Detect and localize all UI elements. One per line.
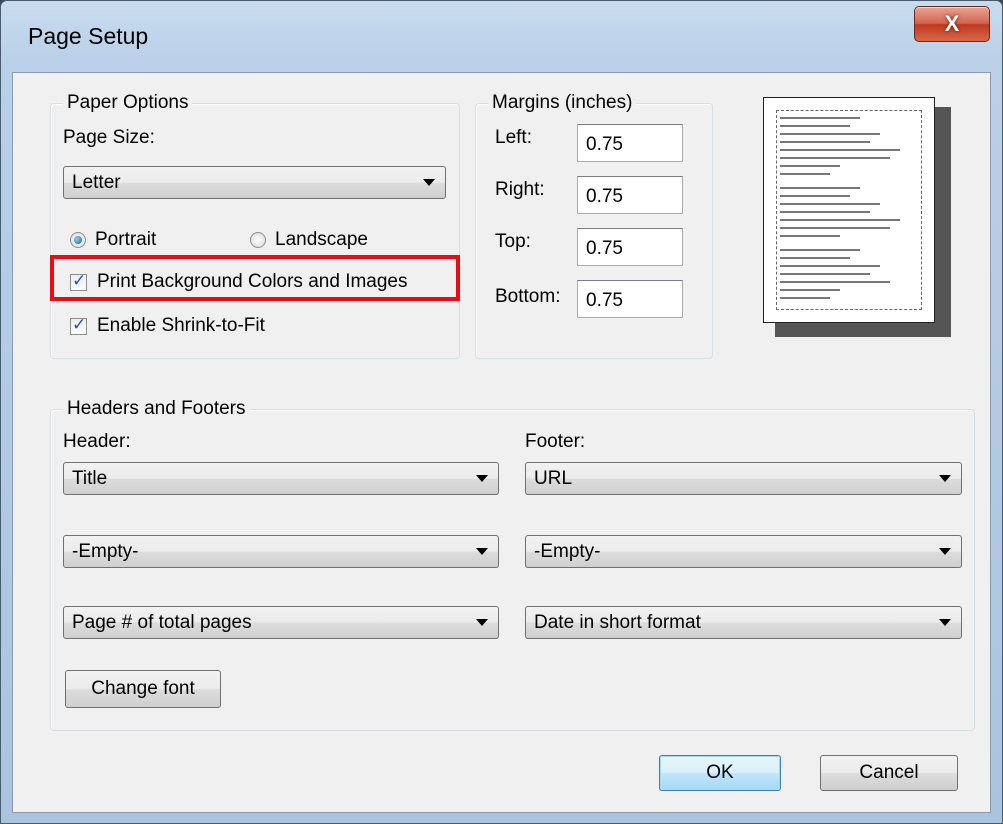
paper-options-legend: Paper Options	[63, 91, 193, 115]
preview-line	[780, 195, 850, 197]
margin-right-value: 0.75	[586, 186, 623, 207]
print-background-checkbox[interactable]: ✓	[70, 271, 87, 291]
preview-line	[780, 187, 860, 189]
chevron-down-icon	[476, 548, 488, 555]
preview-line	[780, 227, 890, 229]
preview-line	[780, 297, 830, 299]
margin-bottom-value: 0.75	[586, 290, 623, 311]
preview-line	[780, 273, 870, 275]
checkmark-icon: ✓	[72, 315, 87, 334]
preview-line	[780, 235, 840, 237]
page-setup-dialog: Page Setup X Paper Options Page Size: Le…	[0, 0, 1003, 824]
preview-margin-box	[776, 110, 922, 310]
portrait-label[interactable]: Portrait	[95, 228, 156, 252]
margin-top-input[interactable]: 0.75	[577, 228, 683, 266]
footer-3-select[interactable]: Date in short format	[525, 606, 962, 639]
dialog-title: Page Setup	[28, 23, 149, 49]
portrait-radio[interactable]	[70, 232, 86, 248]
cancel-button[interactable]: Cancel	[820, 755, 958, 791]
margin-right-label: Right:	[495, 179, 545, 200]
checkmark-icon: ✓	[72, 271, 87, 290]
headers-footers-legend: Headers and Footers	[63, 397, 250, 421]
chevron-down-icon	[423, 179, 435, 186]
dialog-body: Paper Options Page Size: Letter Portrait…	[12, 72, 991, 813]
preview-line	[780, 141, 870, 143]
close-icon: X	[944, 11, 960, 36]
margins-legend: Margins (inches)	[488, 91, 637, 115]
close-button[interactable]: X	[914, 6, 990, 42]
chevron-down-icon	[476, 475, 488, 482]
margin-bottom-label: Bottom:	[495, 286, 561, 307]
margin-bottom-input[interactable]: 0.75	[577, 280, 683, 318]
page-preview	[763, 97, 935, 323]
margin-left-label: Left:	[495, 127, 532, 148]
header-1-select[interactable]: Title	[63, 462, 499, 495]
preview-line	[780, 249, 860, 251]
preview-line	[780, 265, 880, 267]
shrink-to-fit-checkbox[interactable]: ✓	[70, 315, 87, 335]
footer-label: Footer:	[525, 431, 586, 452]
header-2-select[interactable]: -Empty-	[63, 535, 499, 568]
header-label: Header:	[63, 431, 131, 452]
preview-line	[780, 149, 900, 151]
preview-line	[780, 289, 840, 291]
preview-line	[780, 173, 830, 175]
chevron-down-icon	[939, 475, 951, 482]
header-3-value: Page # of total pages	[72, 612, 252, 633]
preview-line	[780, 165, 840, 167]
landscape-radio[interactable]	[250, 232, 266, 248]
margin-left-input[interactable]: 0.75	[577, 124, 683, 162]
shrink-to-fit-label[interactable]: Enable Shrink-to-Fit	[97, 314, 265, 338]
margin-left-value: 0.75	[586, 134, 623, 155]
chevron-down-icon	[476, 619, 488, 626]
page-size-value: Letter	[72, 172, 121, 193]
preview-line	[780, 211, 870, 213]
preview-line	[780, 125, 850, 127]
header-3-select[interactable]: Page # of total pages	[63, 606, 499, 639]
preview-line	[780, 133, 880, 135]
preview-line	[780, 257, 850, 259]
footer-3-value: Date in short format	[534, 612, 701, 633]
footer-2-select[interactable]: -Empty-	[525, 535, 962, 568]
footer-1-select[interactable]: URL	[525, 462, 962, 495]
chevron-down-icon	[939, 619, 951, 626]
preview-line	[780, 281, 890, 283]
margin-top-label: Top:	[495, 231, 531, 252]
margin-top-value: 0.75	[586, 238, 623, 259]
margin-right-input[interactable]: 0.75	[577, 176, 683, 214]
change-font-button[interactable]: Change font	[65, 670, 221, 708]
preview-line	[780, 117, 860, 119]
print-background-label[interactable]: Print Background Colors and Images	[97, 270, 408, 294]
preview-line	[780, 157, 890, 159]
preview-line	[780, 219, 900, 221]
footer-1-value: URL	[534, 468, 573, 489]
page-size-select[interactable]: Letter	[63, 166, 446, 199]
ok-button[interactable]: OK	[659, 755, 781, 791]
preview-line	[780, 203, 880, 205]
page-size-label: Page Size:	[63, 127, 155, 148]
landscape-label[interactable]: Landscape	[275, 228, 368, 252]
footer-2-value: -Empty-	[534, 541, 601, 562]
title-bar[interactable]: Page Setup X	[1, 1, 1002, 73]
header-1-value: Title	[72, 468, 108, 489]
chevron-down-icon	[939, 548, 951, 555]
header-2-value: -Empty-	[72, 541, 139, 562]
